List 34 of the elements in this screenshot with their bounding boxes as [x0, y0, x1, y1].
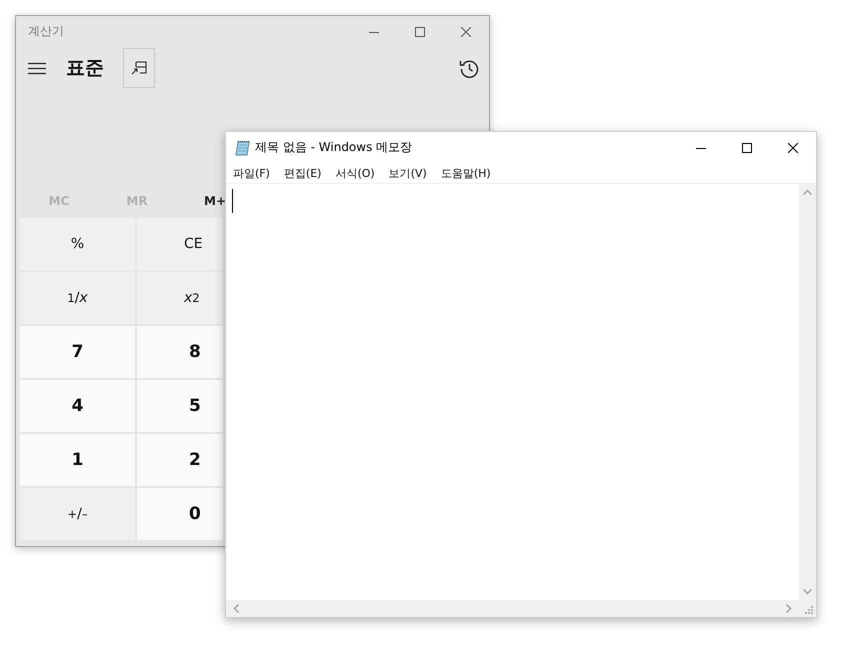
menu-item[interactable]: 편집(E)	[284, 166, 322, 180]
scroll-left-icon	[233, 604, 239, 613]
scroll-down-icon	[803, 589, 812, 595]
horizontal-scrollbar[interactable]	[226, 600, 799, 617]
menu-icon	[28, 61, 46, 75]
window-title: 계산기	[28, 23, 65, 40]
scroll-right-icon	[786, 604, 792, 613]
calculator-key[interactable]: %	[20, 218, 135, 270]
calculator-key[interactable]: 5	[137, 380, 223, 432]
mode-title: 표준	[66, 56, 104, 81]
close-icon	[788, 142, 798, 152]
calculator-key[interactable]: 4	[20, 380, 135, 432]
close-icon	[461, 26, 471, 36]
scroll-up-icon	[803, 189, 812, 195]
calculator-key[interactable]: CE	[137, 218, 223, 270]
keep-on-top-button[interactable]	[123, 48, 155, 88]
window-arrow-icon	[131, 61, 147, 75]
menu-item[interactable]: 보기(V)	[388, 166, 427, 180]
calculator-key[interactable]: 7	[20, 326, 135, 378]
maximize-icon	[415, 26, 425, 36]
calculator-key[interactable]: 1	[20, 434, 135, 486]
menu-item[interactable]: 서식(O)	[335, 166, 375, 180]
resize-grip-icon	[804, 605, 813, 614]
menu-item[interactable]: 도움말(H)	[440, 166, 491, 180]
vertical-scrollbar[interactable]	[799, 184, 816, 600]
text-cursor	[232, 189, 233, 213]
calculator-key[interactable]: 0	[137, 488, 223, 540]
window-title: 제목 없음 - Windows 메모장	[255, 139, 412, 156]
notepad-icon	[235, 140, 251, 156]
maximize-icon	[742, 142, 752, 152]
history-button[interactable]	[459, 58, 479, 78]
menu-item[interactable]: 파일(F)	[233, 166, 270, 180]
calculator-key[interactable]: 2	[137, 434, 223, 486]
calculator-key[interactable]: 8	[137, 326, 223, 378]
